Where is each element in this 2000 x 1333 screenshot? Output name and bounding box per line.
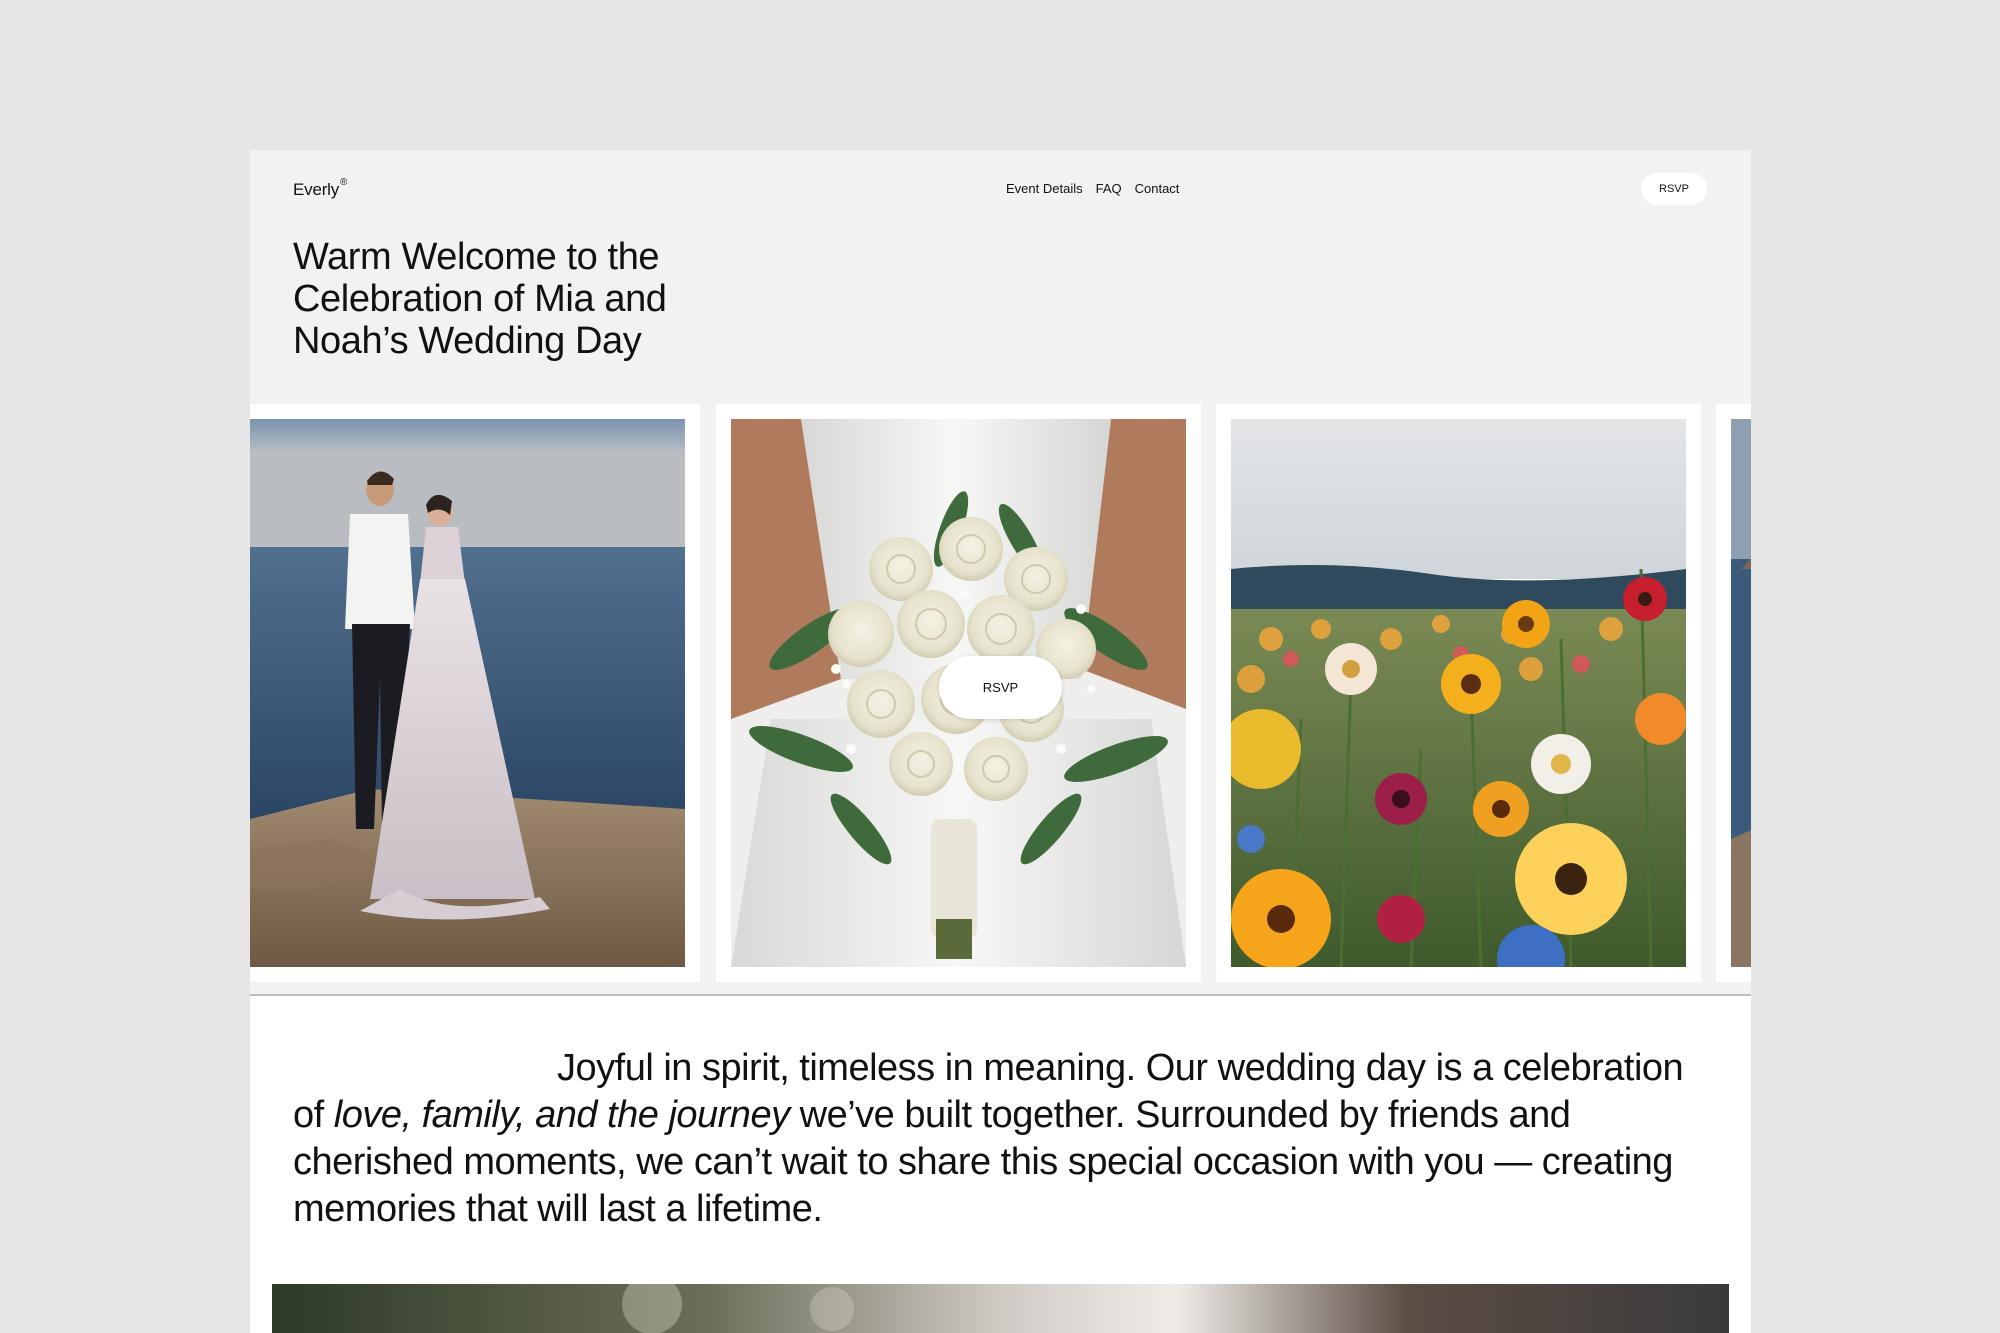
intro-section: Joyful in spirit, timeless in meaning. O… — [250, 996, 1751, 1333]
gallery-card-wildflowers[interactable] — [1216, 404, 1701, 982]
photo-couple-closeup — [272, 1284, 1729, 1333]
photo-wildflower-field — [1231, 419, 1686, 967]
gallery-card-coastline[interactable] — [1716, 404, 1751, 982]
main-nav: Event Details FAQ Contact — [1006, 181, 1179, 196]
photo-coastline — [1731, 419, 1751, 967]
wedding-site: Everly® Event Details FAQ Contact RSVP W… — [250, 150, 1751, 1333]
photo-couple-by-sea — [250, 419, 685, 967]
nav-event-details[interactable]: Event Details — [1006, 181, 1083, 196]
nav-contact[interactable]: Contact — [1135, 181, 1180, 196]
photo-gallery[interactable]: RSVP — [250, 404, 1751, 982]
nav-faq[interactable]: FAQ — [1096, 181, 1122, 196]
brand-logo[interactable]: Everly® — [293, 177, 348, 200]
brand-name: Everly — [293, 180, 340, 199]
intro-emphasis: love, family, and the journey — [333, 1094, 790, 1136]
header-rsvp-button[interactable]: RSVP — [1641, 173, 1707, 205]
registered-mark: ® — [340, 177, 348, 189]
intro-paragraph: Joyful in spirit, timeless in meaning. O… — [293, 1045, 1713, 1233]
gallery-card-couple[interactable] — [250, 404, 700, 982]
gallery-rsvp-button[interactable]: RSVP — [939, 656, 1062, 719]
hero-title: Warm Welcome to the Celebration of Mia a… — [293, 236, 667, 362]
